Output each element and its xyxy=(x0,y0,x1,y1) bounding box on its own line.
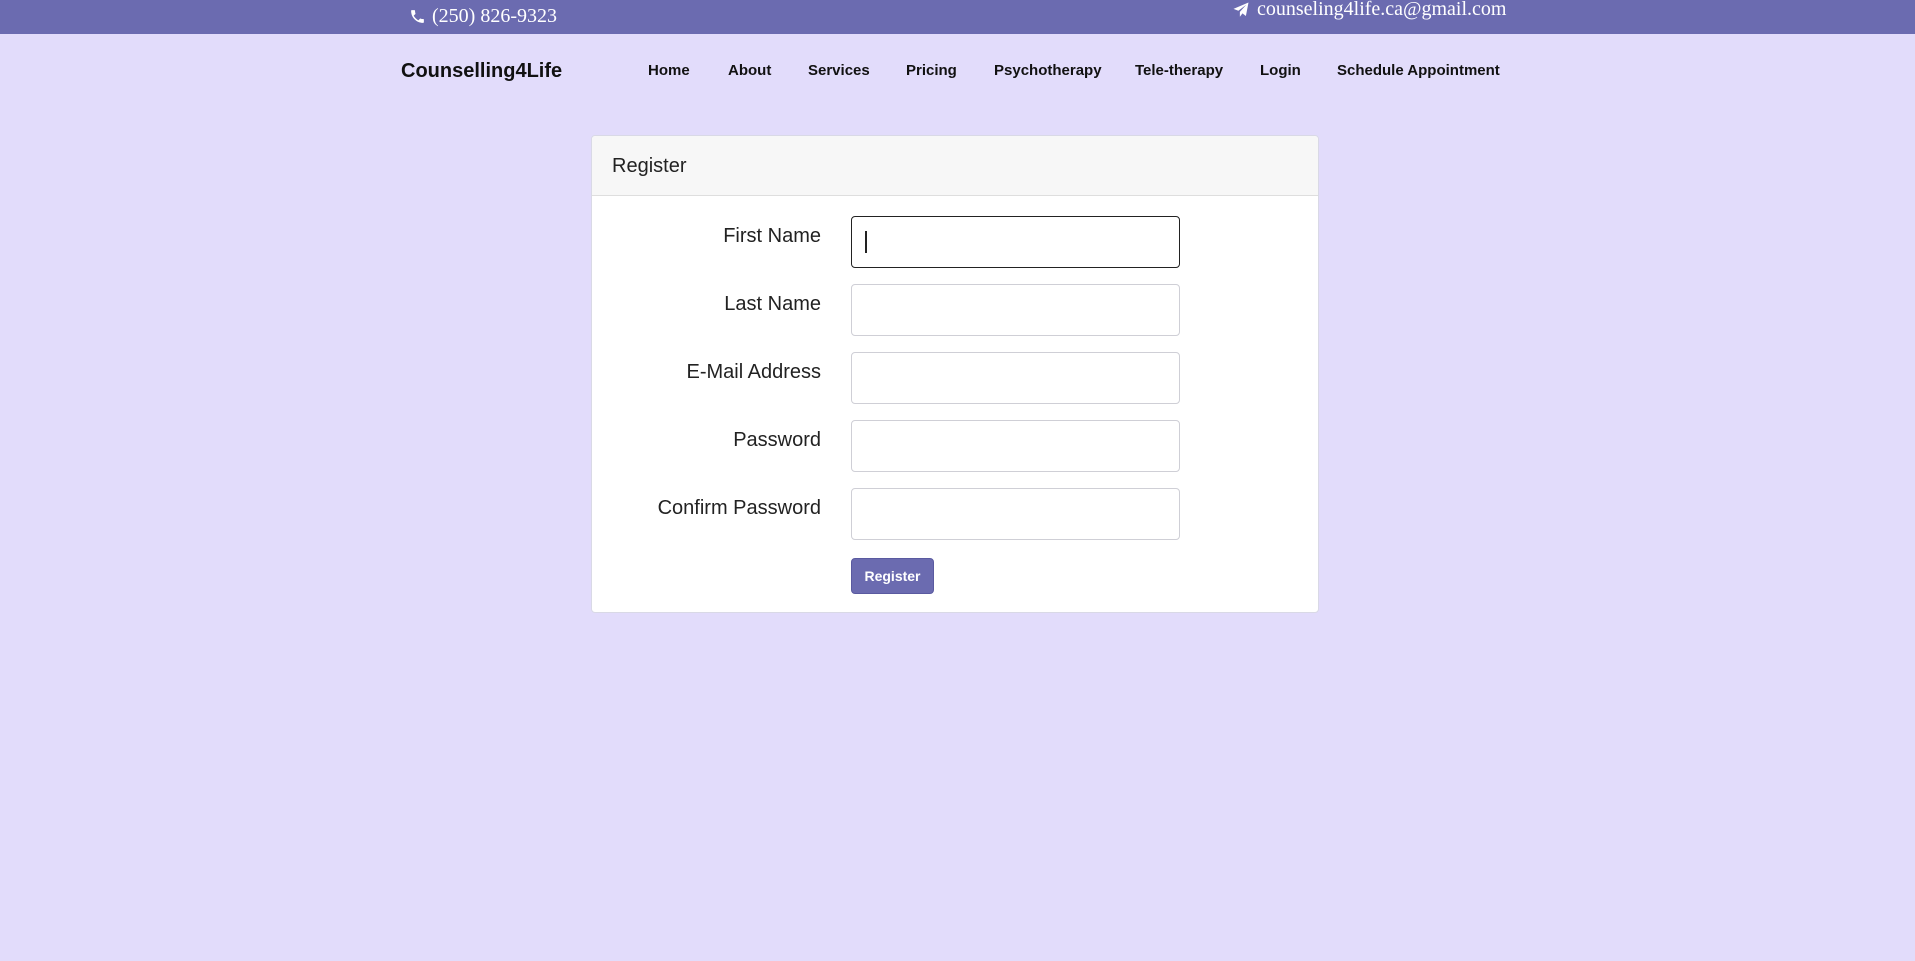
email-label: E-Mail Address xyxy=(686,361,822,383)
top-contact-bar: (250) 826-9323 counseling4life.ca@gmail.… xyxy=(0,0,1915,34)
phone-number: (250) 826-9323 xyxy=(432,5,557,27)
nav-about[interactable]: About xyxy=(728,62,771,79)
email-input[interactable] xyxy=(851,352,1180,404)
first-name-input[interactable] xyxy=(851,216,1180,268)
register-button[interactable]: Register xyxy=(851,558,934,594)
last-name-input[interactable] xyxy=(851,284,1180,336)
first-name-label: First Name xyxy=(723,225,821,247)
text-caret xyxy=(865,231,867,253)
paper-plane-icon xyxy=(1233,2,1249,17)
nav-pricing[interactable]: Pricing xyxy=(906,62,957,79)
nav-login[interactable]: Login xyxy=(1260,62,1301,79)
confirm-password-label: Confirm Password xyxy=(657,497,821,519)
nav-psychotherapy[interactable]: Psychotherapy xyxy=(994,62,1102,79)
password-row: Password xyxy=(592,420,1320,472)
phone-icon xyxy=(411,10,424,23)
register-card-title: Register xyxy=(592,136,1318,196)
first-name-row: First Name xyxy=(592,216,1320,268)
phone-contact[interactable]: (250) 826-9323 xyxy=(409,5,557,28)
email-row: E-Mail Address xyxy=(592,352,1320,404)
last-name-row: Last Name xyxy=(592,284,1320,336)
last-name-label: Last Name xyxy=(724,293,821,315)
nav-tele-therapy[interactable]: Tele-therapy xyxy=(1135,62,1223,79)
confirm-password-input[interactable] xyxy=(851,488,1180,540)
register-card: Register First Name Last Name E-Mail Add… xyxy=(591,135,1319,613)
email-contact[interactable]: counseling4life.ca@gmail.com xyxy=(1231,0,1506,21)
main-nav: Home About Services Pricing Psychotherap… xyxy=(0,62,1915,82)
nav-schedule-appointment[interactable]: Schedule Appointment xyxy=(1337,62,1500,79)
email-address: counseling4life.ca@gmail.com xyxy=(1257,0,1507,20)
password-input[interactable] xyxy=(851,420,1180,472)
confirm-password-row: Confirm Password xyxy=(592,488,1320,540)
nav-services[interactable]: Services xyxy=(808,62,870,79)
password-label: Password xyxy=(733,429,821,451)
nav-home[interactable]: Home xyxy=(648,62,690,79)
